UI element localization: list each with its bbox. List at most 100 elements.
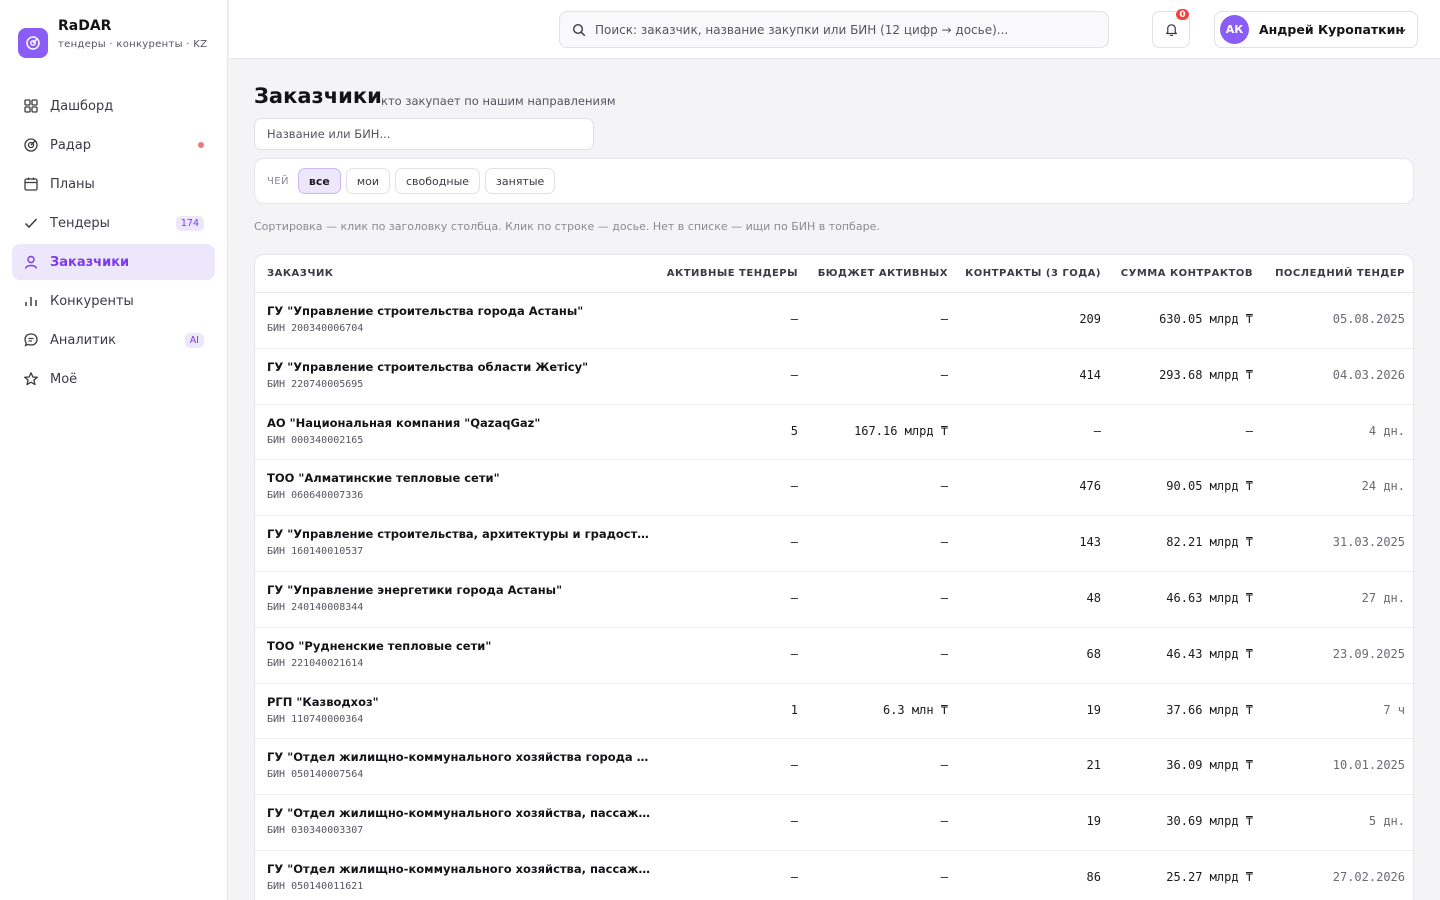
last-tender-value: 27 дн.	[1361, 590, 1405, 605]
customer-bin: БИН 000340002165	[267, 434, 364, 446]
active-budget-value: –	[940, 535, 948, 550]
contracts-sum-value: 46.63 млрд ₸	[1166, 590, 1253, 605]
customer-name: ТОО "Алматинские тепловые сети"	[267, 471, 500, 486]
customer-name: РГП "Казводхоз"	[267, 694, 379, 709]
column-contracts-sum[interactable]: СУММА КОНТРАКТОВ	[1121, 255, 1253, 293]
customer-bin: БИН 110740000364	[267, 713, 364, 725]
search-input[interactable]	[595, 22, 1095, 37]
customer-bin: БИН 220740005695	[267, 378, 364, 390]
customer-bin: БИН 200340006704	[267, 323, 364, 334]
table-row[interactable]: ГУ "Управление строительства, архитектур…	[255, 516, 1413, 572]
active-budget-value: –	[940, 646, 948, 661]
customer-name: АО "Национальная компания "QazaqGaz"	[267, 415, 541, 430]
column-last-tender[interactable]: ПОСЛЕДНИЙ ТЕНДЕР	[1275, 255, 1405, 293]
bar-chart-icon	[23, 293, 39, 309]
contracts-count-value: 209	[1079, 312, 1101, 326]
table-row[interactable]: ГУ "Управление строительства города Аста…	[255, 293, 1413, 349]
customer-name: ТОО "Рудненские тепловые сети"	[267, 638, 492, 653]
sidebar-item-radar[interactable]: Радар	[12, 127, 215, 163]
customer-name: ГУ "Управление энергетики города Астаны"	[267, 582, 563, 597]
customer-filter-input[interactable]	[254, 118, 594, 150]
table-row[interactable]: АО "Национальная компания "QazaqGaz" БИН …	[255, 405, 1413, 461]
contracts-count-value: 19	[1086, 702, 1101, 717]
customer-name: ГУ "Отдел жилищно-коммунального хозяйств…	[267, 750, 652, 765]
contracts-count-value: 21	[1086, 758, 1101, 773]
contracts-sum-value: 82.21 млрд ₸	[1166, 535, 1253, 550]
contracts-count-value: 48	[1086, 590, 1101, 605]
check-icon	[23, 215, 39, 231]
table-row[interactable]: ТОО "Рудненские тепловые сети" БИН 221040…	[255, 628, 1413, 684]
active-tenders-value: –	[790, 758, 798, 773]
chat-icon	[23, 332, 39, 348]
table-row[interactable]: ГУ "Отдел жилищно-коммунального хозяйств…	[255, 851, 1413, 900]
contracts-sum-value: 90.05 млрд ₸	[1166, 479, 1253, 494]
active-budget-value: 6.3 млн ₸	[882, 702, 948, 717]
column-active-tenders[interactable]: АКТИВНЫЕ ТЕНДЕРЫ	[667, 255, 798, 293]
brand-subtitle: тендеры · конкуренты · KZ	[58, 39, 208, 50]
active-tenders-value: –	[790, 814, 798, 829]
chip-taken[interactable]: занятые	[485, 168, 556, 194]
sidebar-item-competitors[interactable]: Конкуренты	[12, 283, 215, 319]
active-budget-value: –	[940, 814, 948, 829]
active-budget-value: –	[940, 367, 948, 382]
sidebar-item-label: Конкуренты	[50, 293, 134, 309]
notifications-button[interactable]: 0	[1152, 8, 1190, 48]
search-icon	[572, 23, 586, 36]
table-row[interactable]: ГУ "Отдел жилищно-коммунального хозяйств…	[255, 739, 1413, 796]
brand[interactable]: RaDAR тендеры · конкуренты · KZ	[18, 18, 218, 68]
sidebar-item-label: Моё	[50, 371, 78, 387]
active-tenders-value: –	[790, 312, 798, 326]
contracts-count-value: 86	[1086, 869, 1101, 884]
bell-icon	[1165, 24, 1177, 37]
chip-all[interactable]: все	[297, 168, 341, 194]
customer-name: ГУ "Управление строительства, архитектур…	[267, 527, 652, 542]
table-row[interactable]: ГУ "Управление строительства области Жет…	[255, 349, 1413, 405]
column-active-budget[interactable]: БЮДЖЕТ АКТИВНЫХ	[818, 255, 948, 293]
contracts-count-value: 19	[1086, 814, 1101, 829]
active-tenders-value: 5	[790, 423, 798, 438]
last-tender-value: 31.03.2025	[1332, 535, 1405, 550]
column-contracts[interactable]: КОНТРАКТЫ (3 ГОДА)	[965, 255, 1101, 293]
customer-bin: БИН 050140007564	[267, 769, 364, 781]
filter-label: ЧЕЙ	[267, 175, 289, 187]
notification-dot	[198, 142, 204, 148]
user-menu[interactable]: АК Андрей Куропаткин	[1214, 11, 1418, 48]
table-row[interactable]: ТОО "Алматинские тепловые сети" БИН 06064…	[255, 460, 1413, 517]
sidebar-item-mine[interactable]: Моё	[12, 361, 215, 397]
table-row[interactable]: ГУ "Управление энергетики города Астаны"…	[255, 572, 1413, 628]
ownership-filter: ЧЕЙ все мои свободные занятые	[254, 158, 1414, 204]
active-budget-value: –	[940, 312, 948, 326]
sidebar-nav: Дашборд Радар Планы Тендеры 174 Заказчик…	[12, 88, 215, 400]
active-budget-value: –	[940, 869, 948, 884]
sidebar-item-tenders[interactable]: Тендеры 174	[12, 205, 215, 241]
last-tender-value: 4 дн.	[1368, 423, 1405, 438]
customer-name: ГУ "Отдел жилищно-коммунального хозяйств…	[267, 861, 652, 876]
customer-bin: БИН 030340003307	[267, 825, 364, 837]
sidebar-item-label: Дашборд	[50, 98, 114, 114]
table-row[interactable]: ГУ "Отдел жилищно-коммунального хозяйств…	[255, 795, 1413, 851]
global-search[interactable]	[559, 11, 1109, 48]
customer-bin: БИН 221040021614	[267, 657, 364, 669]
chip-free[interactable]: свободные	[395, 168, 481, 194]
sidebar-item-dashboard[interactable]: Дашборд	[12, 88, 215, 124]
sidebar-item-label: Планы	[50, 176, 95, 192]
contracts-count-value: 414	[1079, 367, 1101, 382]
table-body: ГУ "Управление строительства города Аста…	[255, 293, 1413, 900]
contracts-sum-value: 36.09 млрд ₸	[1166, 758, 1253, 773]
table-hint: Сортировка — клик по заголовку столбца. …	[254, 220, 880, 233]
customer-bin: БИН 240140008344	[267, 601, 364, 613]
customer-name: ГУ "Отдел жилищно-коммунального хозяйств…	[267, 806, 652, 821]
column-customer[interactable]: ЗАКАЗЧИК	[267, 255, 334, 293]
tenders-count-badge: 174	[175, 216, 204, 231]
sidebar-item-customers[interactable]: Заказчики	[12, 244, 215, 280]
active-budget-value: –	[940, 758, 948, 773]
contracts-sum-value: 30.69 млрд ₸	[1166, 814, 1253, 829]
page-title: Заказчики	[254, 84, 382, 108]
avatar: АК	[1220, 15, 1249, 44]
table-row[interactable]: РГП "Казводхоз" БИН 110740000364 1 6.3 млн …	[255, 684, 1413, 740]
last-tender-value: 27.02.2026	[1332, 869, 1405, 884]
sidebar-item-analyst[interactable]: Аналитик AI	[12, 322, 215, 358]
user-icon	[23, 254, 39, 270]
chip-mine[interactable]: мои	[345, 168, 390, 194]
sidebar-item-plans[interactable]: Планы	[12, 166, 215, 202]
